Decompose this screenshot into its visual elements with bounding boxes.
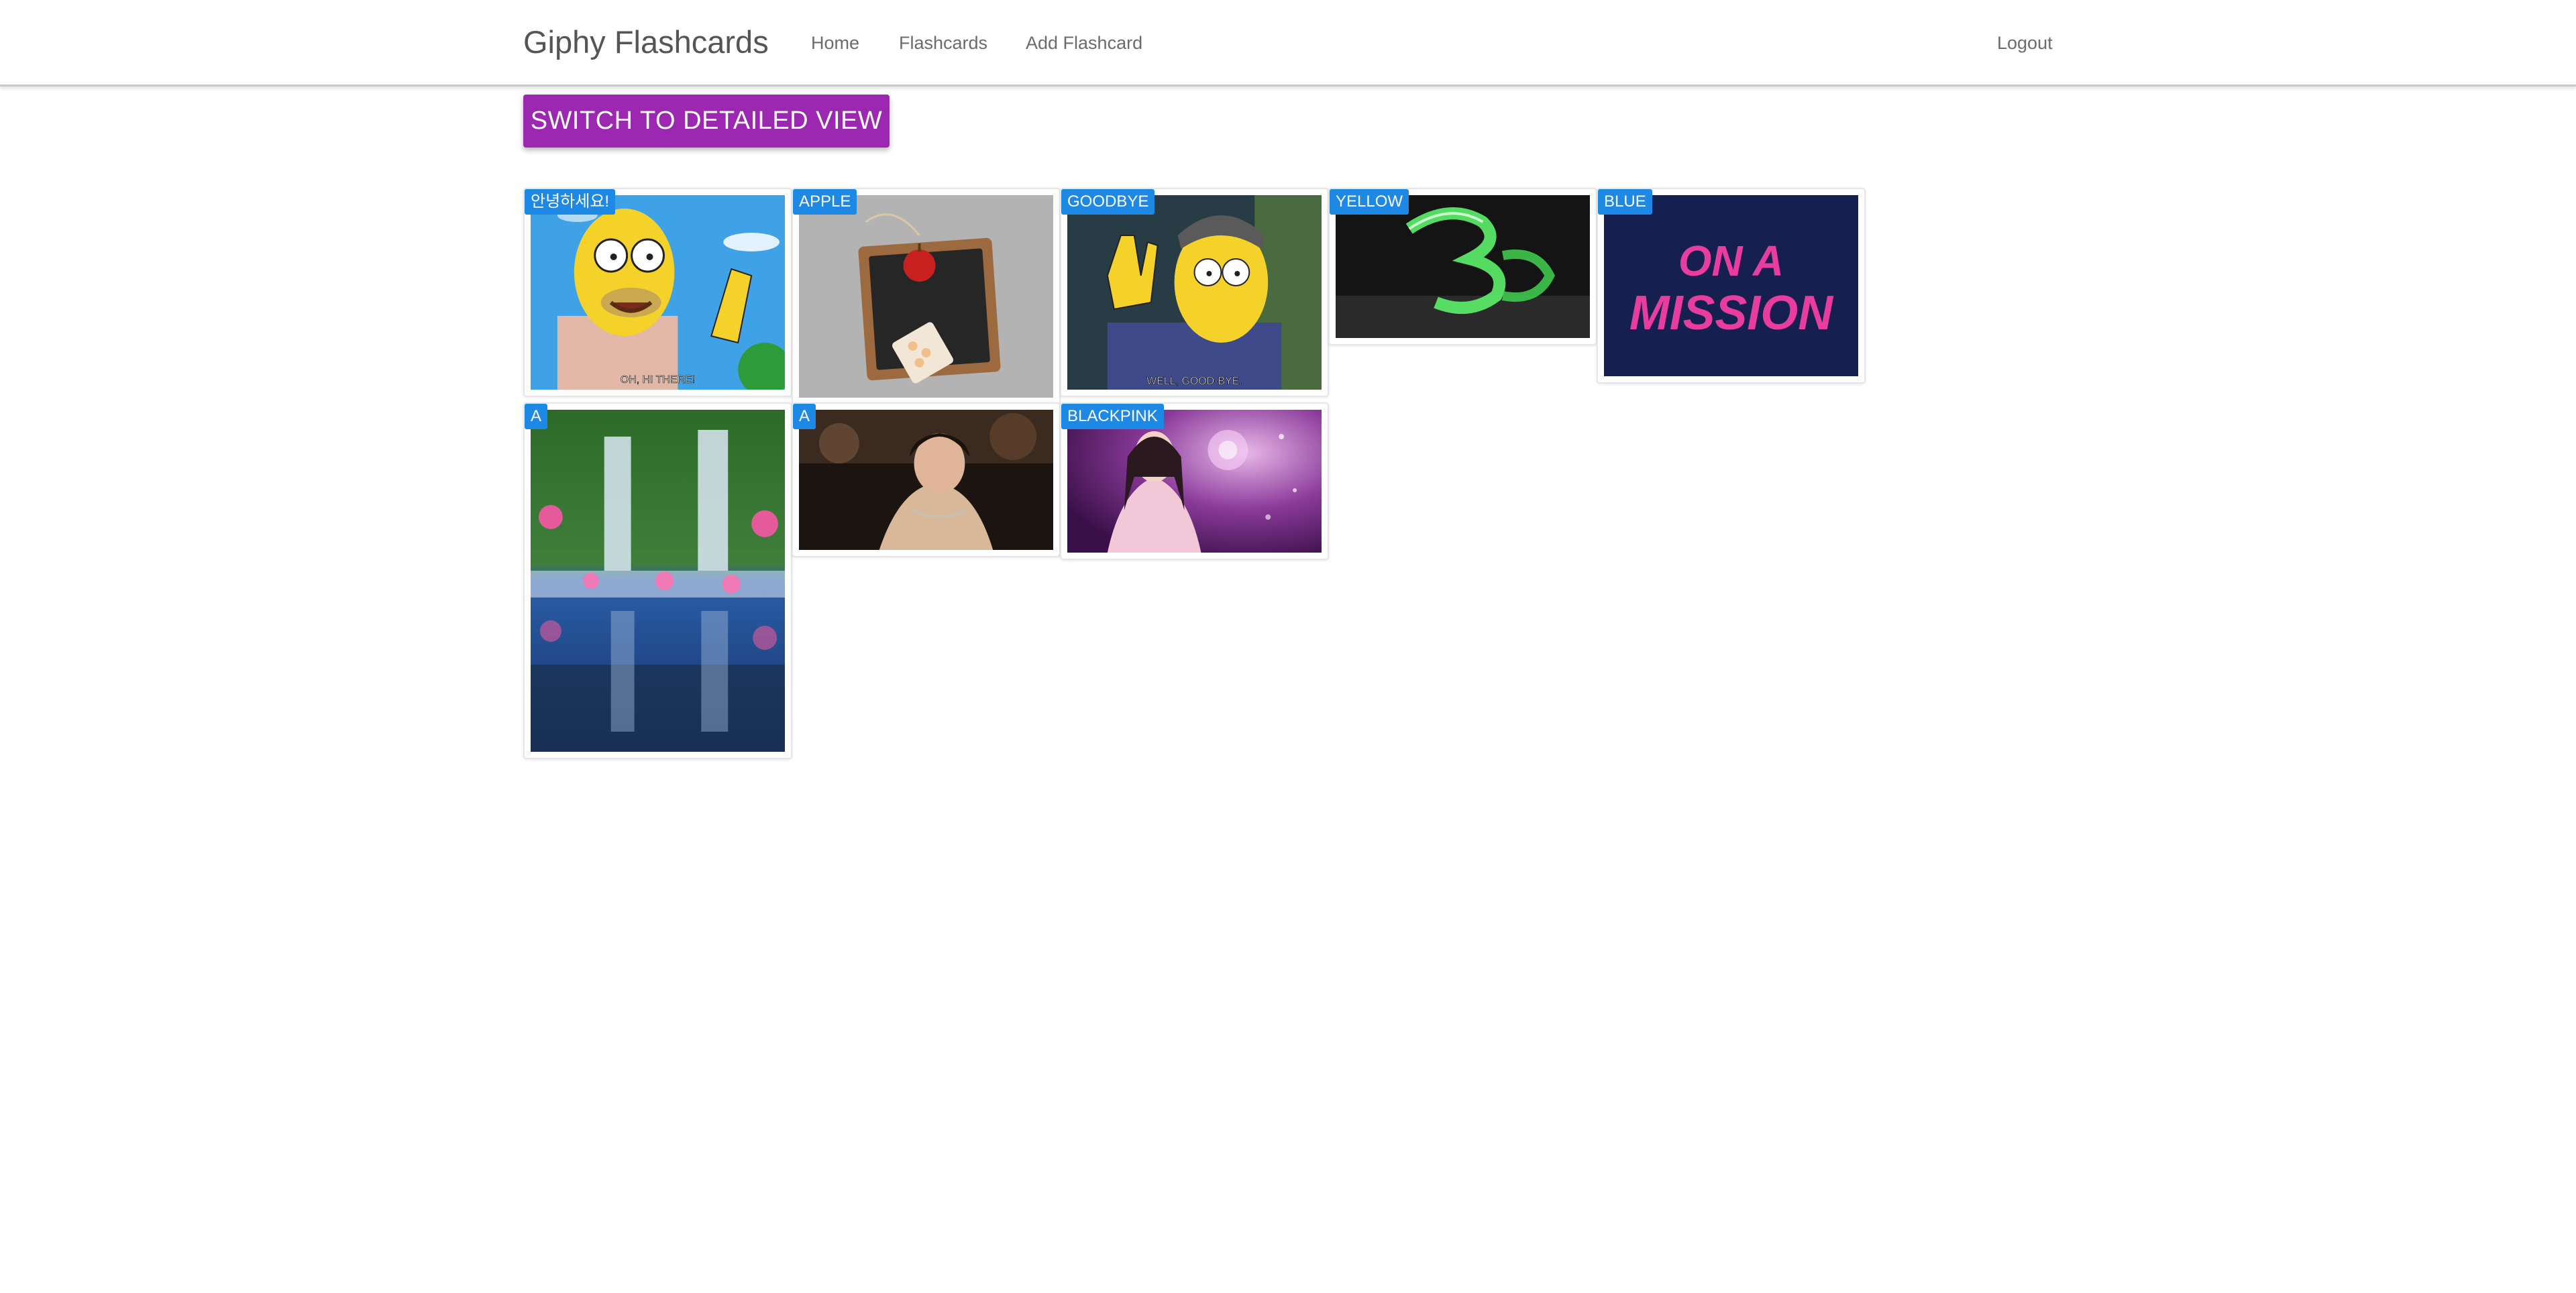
flashcard-card[interactable]: A <box>523 402 792 759</box>
nav-home-link[interactable]: Home <box>811 30 859 56</box>
gif-text-line2: MISSION <box>1629 286 1834 340</box>
flashcard-card[interactable]: 안녕하세요! OH, HI THERE! <box>523 188 792 397</box>
flashcard-word-badge: A <box>793 404 816 429</box>
flashcard-gif-image <box>799 195 1053 398</box>
flashcard-word-badge: BLUE <box>1598 189 1652 215</box>
flashcard-gif-image <box>1067 410 1322 553</box>
switch-to-detailed-view-button[interactable]: SWITCH TO DETAILED VIEW <box>523 95 890 148</box>
flashcard-card[interactable]: APPLE <box>792 188 1061 405</box>
brand-title[interactable]: Giphy Flashcards <box>523 22 769 62</box>
flashcard-gif-image <box>531 410 785 752</box>
top-navbar: Giphy Flashcards Home Flashcards Add Fla… <box>0 0 2576 87</box>
flashcard-card[interactable]: YELLOW <box>1328 188 1597 345</box>
flashcard-word-badge: GOODBYE <box>1061 189 1155 215</box>
flashcard-gif-image <box>799 410 1053 550</box>
gif-text-line1: ON A <box>1678 237 1784 285</box>
nav-add-flashcard-link[interactable]: Add Flashcard <box>1026 30 1142 56</box>
gif-caption-text: WELL, GOOD-BYE. <box>1146 376 1242 387</box>
flashcard-gif-image <box>1336 195 1590 338</box>
flashcard-gif-image: WELL, GOOD-BYE. <box>1067 195 1322 390</box>
flashcard-word-badge: 안녕하세요! <box>525 189 616 215</box>
nav-logout-link[interactable]: Logout <box>1997 30 2053 56</box>
flashcard-word-badge: APPLE <box>793 189 857 215</box>
flashcard-word-badge: YELLOW <box>1330 189 1409 215</box>
flashcard-gif-image: ON A MISSION <box>1604 195 1858 376</box>
flashcard-card[interactable]: A <box>792 402 1061 557</box>
flashcard-card[interactable]: BLACKPINK <box>1060 402 1329 560</box>
flashcard-gif-image: OH, HI THERE! <box>531 195 785 390</box>
flashcard-word-badge: A <box>525 404 548 429</box>
nav-flashcards-link[interactable]: Flashcards <box>899 30 987 56</box>
flashcard-card[interactable]: GOODBYE WELL, GOOD-BYE. <box>1060 188 1329 397</box>
flashcard-card[interactable]: BLUE ON A MISSION <box>1597 188 1866 384</box>
flashcard-word-badge: BLACKPINK <box>1061 404 1164 429</box>
gif-caption-text: OH, HI THERE! <box>621 374 695 386</box>
